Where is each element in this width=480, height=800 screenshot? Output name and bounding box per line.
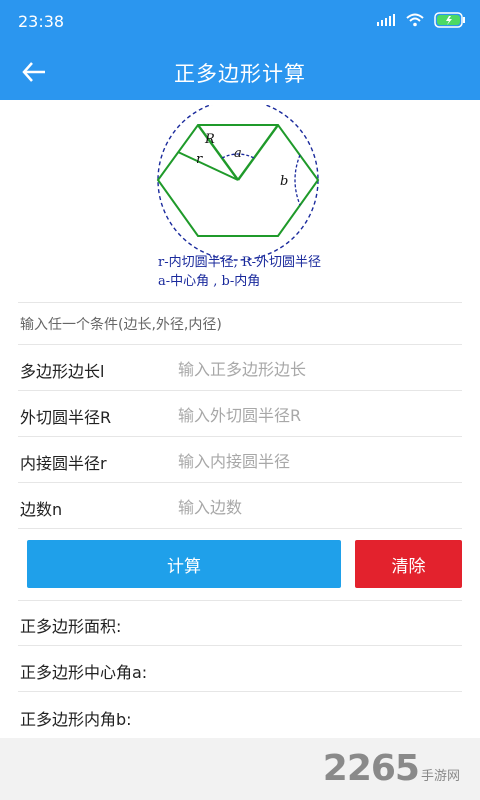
label-a: a [234, 146, 242, 161]
battery-icon [434, 12, 465, 28]
watermark-text: 手游网 [420, 769, 460, 784]
circumradius-label: 外切圆半径R [20, 408, 112, 427]
interior-angle-result: 正多边形内角b: [20, 710, 132, 729]
divider [18, 528, 462, 529]
divider [18, 302, 462, 303]
input-hint: 输入任一个条件(边长,外径,内径) [20, 317, 222, 333]
divider [18, 645, 462, 646]
side-count-row: 边数n [0, 483, 480, 529]
legend-line-1: r-内切圆半径, R-外切圆半径 [158, 255, 322, 270]
watermark-number: 2265 [322, 748, 420, 789]
calculate-button[interactable]: 计算 [27, 540, 341, 588]
circumradius-row: 外切圆半径R [0, 391, 480, 437]
divider [18, 691, 462, 692]
side-count-label: 边数n [20, 500, 63, 519]
side-count-input[interactable] [176, 491, 460, 523]
status-bar: 23:38 [0, 0, 480, 44]
circumradius-input[interactable] [176, 399, 460, 431]
area-result: 正多边形面积: [20, 617, 122, 636]
clear-button[interactable]: 清除 [355, 540, 462, 588]
inradius-row: 内接圆半径r [0, 437, 480, 483]
signal-icon [377, 14, 395, 26]
side-length-label: 多边形边长l [20, 362, 105, 381]
bottom-area: 2265 手游网 [0, 738, 480, 800]
diagram-legend: r-内切圆半径, R-外切圆半径 a-中心角 , b-内角 [158, 253, 398, 291]
watermark-logo: 2265 手游网 [323, 748, 460, 789]
center-angle-result: 正多边形中心角a: [20, 663, 148, 682]
label-R: R [204, 132, 215, 147]
label-r: r [196, 152, 203, 167]
system-icons [376, 12, 466, 28]
divider [18, 600, 462, 601]
page-title: 正多边形计算 [174, 62, 306, 86]
app-bar: 正多边形计算 [0, 44, 480, 100]
side-length-input[interactable] [176, 353, 460, 385]
inradius-input[interactable] [176, 445, 460, 477]
wifi-icon [406, 13, 424, 27]
status-time: 23:38 [18, 12, 65, 31]
label-b: b [280, 174, 288, 189]
inradius-label: 内接圆半径r [20, 454, 107, 473]
side-length-row: 多边形边长l [0, 345, 480, 391]
legend-line-2: a-中心角 , b-内角 [158, 274, 261, 289]
